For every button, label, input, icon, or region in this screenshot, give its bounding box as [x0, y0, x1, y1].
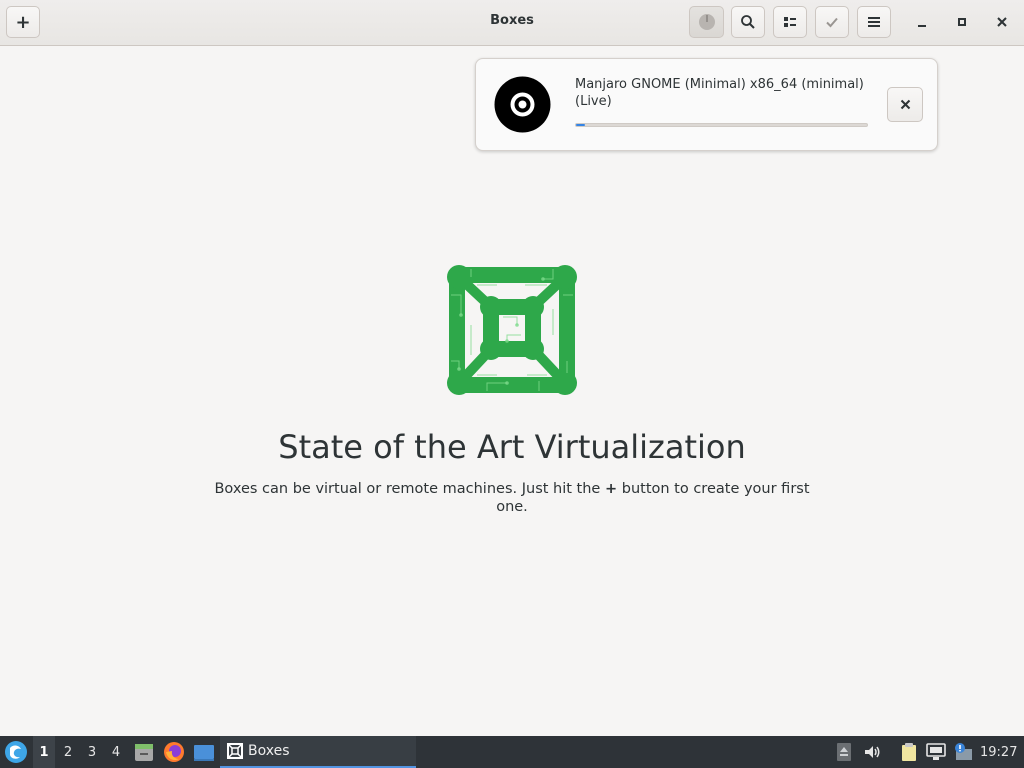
header-bar: + Boxes: [0, 0, 1024, 46]
notification-title: Manjaro GNOME (Minimal) x86_64 (minimal)…: [575, 77, 864, 109]
task-label: Boxes: [248, 743, 290, 759]
boxes-logo-icon: [447, 265, 577, 395]
firefox-launcher[interactable]: [163, 741, 185, 763]
cancel-download-button[interactable]: [887, 87, 923, 122]
distro-logo-icon: [5, 741, 27, 763]
eject-icon: [837, 743, 851, 761]
new-box-button[interactable]: +: [6, 6, 40, 38]
close-icon: [997, 17, 1007, 27]
tray-network-button[interactable]: [926, 742, 946, 762]
downloads-icon: [698, 14, 715, 30]
clock[interactable]: 19:27: [980, 736, 1017, 768]
download-progress-bar: [575, 123, 868, 127]
tray-clipboard-button[interactable]: [899, 742, 919, 762]
start-menu-button[interactable]: [4, 740, 28, 764]
search-button[interactable]: [731, 6, 765, 38]
description-plus-symbol: +: [604, 481, 618, 497]
select-button[interactable]: [815, 6, 849, 38]
firefox-icon: [164, 742, 184, 762]
tray-eject-button[interactable]: [834, 742, 854, 762]
disc-icon: [494, 76, 551, 133]
file-manager-icon: [135, 744, 153, 761]
workspace-3[interactable]: 3: [81, 736, 103, 768]
view-list-icon: [784, 17, 796, 27]
downloads-button[interactable]: [689, 6, 724, 38]
desktop-icon: [194, 745, 214, 761]
empty-state-title: State of the Art Virtualization: [278, 428, 746, 466]
close-icon: [900, 99, 910, 110]
file-manager-launcher[interactable]: [133, 741, 155, 763]
maximize-icon: [958, 18, 966, 26]
search-icon: [741, 15, 755, 29]
update-notification-icon: [955, 743, 972, 760]
network-icon: [926, 743, 946, 760]
empty-state-description: Boxes can be virtual or remote machines.…: [212, 480, 812, 516]
tray-volume-button[interactable]: [862, 742, 882, 762]
minimize-button[interactable]: [908, 8, 936, 36]
workspace-4[interactable]: 4: [105, 736, 127, 768]
workspace-2[interactable]: 2: [57, 736, 79, 768]
description-text-start: Boxes can be virtual or remote machines.…: [214, 481, 605, 497]
clipboard-icon: [902, 743, 916, 761]
minimize-icon: [918, 25, 926, 27]
view-toggle-button[interactable]: [773, 6, 807, 38]
boxes-app-icon: [227, 743, 243, 759]
main-menu-button[interactable]: [857, 6, 891, 38]
workspace-1[interactable]: 1: [33, 736, 55, 768]
tray-updates-button[interactable]: [953, 742, 973, 762]
volume-icon: [865, 746, 880, 758]
download-notification: Manjaro GNOME (Minimal) x86_64 (minimal)…: [475, 58, 938, 151]
taskbar: 1 2 3 4 Boxes 19:27: [0, 736, 1024, 768]
download-progress-fill: [576, 124, 585, 126]
show-desktop-button[interactable]: [193, 741, 215, 763]
taskbar-task-boxes[interactable]: Boxes: [220, 736, 416, 768]
close-window-button[interactable]: [988, 8, 1016, 36]
menu-icon: [868, 17, 880, 27]
maximize-button[interactable]: [948, 8, 976, 36]
new-box-label: +: [15, 11, 31, 33]
select-check-icon: [826, 17, 838, 28]
